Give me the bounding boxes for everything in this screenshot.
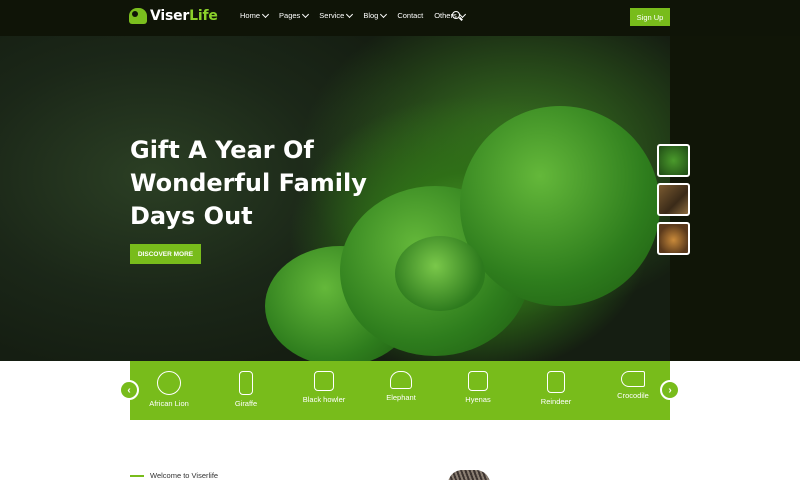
hyena-icon (468, 371, 488, 391)
main-nav: Home Pages Service Blog Contact Others (240, 10, 476, 20)
elephant-icon (390, 371, 412, 389)
animal-label: Black howler (302, 395, 346, 404)
discover-more-button[interactable]: DISCOVER MORE (130, 244, 201, 264)
nav-contact-label: Contact (397, 11, 424, 20)
animal-label: Giraffe (234, 399, 258, 408)
animal-label: Hyenas (465, 395, 491, 404)
nav-service[interactable]: Service (319, 10, 354, 20)
nav-home-label: Home (240, 11, 261, 20)
chevron-right-icon: › (668, 384, 672, 396)
slide-thumbnail-forest[interactable] (657, 183, 690, 216)
page: ViserLife Home Pages Service Blog Contac… (0, 0, 800, 480)
logo[interactable]: ViserLife (129, 8, 218, 24)
slider-thumbnails (657, 144, 690, 255)
animal-label: Reindeer (540, 397, 572, 406)
nav-home[interactable]: Home (240, 10, 270, 20)
slide-thumbnail-snake[interactable] (657, 144, 690, 177)
welcome-eyebrow: Welcome to Viserlife (130, 471, 218, 480)
search-icon[interactable] (452, 11, 460, 19)
animal-category-strip: African Lion Giraffe Black howler Elepha… (130, 361, 670, 420)
hero-title: Gift A Year Of Wonderful Family Days Out (130, 134, 410, 233)
lion-icon (157, 371, 181, 395)
giraffe-icon (239, 371, 253, 395)
slide-thumbnail-tiger[interactable] (657, 222, 690, 255)
hero-title-line1: Gift A Year Of (130, 136, 314, 164)
crocodile-icon (621, 371, 645, 387)
hero-title-line3: Days Out (130, 202, 253, 230)
animal-item-giraffe[interactable]: Giraffe (211, 371, 281, 408)
animal-item-crocodile[interactable]: Crocodile (598, 371, 668, 400)
accent-line (130, 474, 144, 477)
chevron-down-icon (261, 10, 270, 18)
chevron-left-icon: ‹ (127, 384, 131, 396)
welcome-text: Welcome to Viserlife (150, 471, 219, 480)
animal-label: Crocodile (617, 391, 649, 400)
logo-text: ViserLife (150, 8, 218, 24)
hero-title-line2: Wonderful Family (130, 169, 367, 197)
chevron-down-icon (380, 10, 388, 18)
hedgehog-image (448, 470, 490, 480)
nav-pages-label: Pages (279, 11, 301, 20)
sign-up-button[interactable]: Sign Up (630, 8, 670, 26)
nav-blog[interactable]: Blog (363, 10, 388, 20)
nav-service-label: Service (319, 11, 345, 20)
animal-item-hyenas[interactable]: Hyenas (443, 371, 513, 404)
animal-item-elephant[interactable]: Elephant (366, 371, 436, 402)
chevron-down-icon (302, 10, 310, 18)
monkey-icon (314, 371, 334, 391)
nav-pages[interactable]: Pages (279, 10, 310, 20)
animal-item-black-howler[interactable]: Black howler (289, 371, 359, 404)
snake-coil-upper (460, 106, 660, 306)
top-navbar: ViserLife Home Pages Service Blog Contac… (0, 0, 800, 36)
carousel-prev-button[interactable]: ‹ (119, 380, 139, 400)
nav-blog-label: Blog (363, 11, 379, 20)
chevron-down-icon (346, 10, 354, 18)
animal-label: Elephant (386, 393, 416, 402)
logo-text-part2: Life (189, 8, 218, 24)
snake-head (395, 236, 485, 311)
elephant-logo-icon (129, 8, 147, 24)
carousel-next-button[interactable]: › (660, 380, 680, 400)
reindeer-icon (547, 371, 565, 393)
nav-contact[interactable]: Contact (397, 11, 423, 20)
animal-label: African Lion (149, 399, 189, 408)
animal-item-reindeer[interactable]: Reindeer (521, 371, 591, 406)
logo-text-part1: Viser (150, 8, 190, 24)
animal-item-african-lion[interactable]: African Lion (134, 371, 204, 408)
